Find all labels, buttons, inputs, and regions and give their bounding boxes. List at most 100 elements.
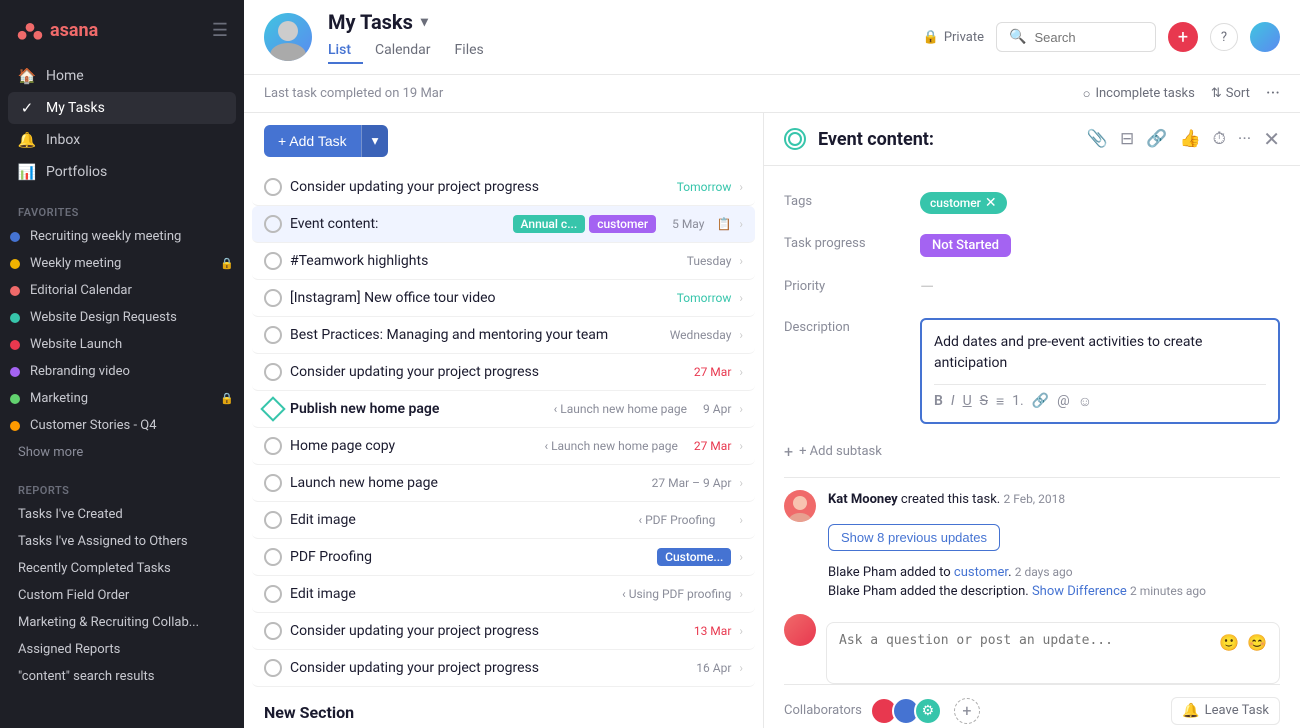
sidebar-toggle[interactable]: ☰ <box>212 20 228 41</box>
detail-check-icon[interactable] <box>784 128 806 150</box>
tab-calendar[interactable]: Calendar <box>363 38 443 64</box>
task-checkbox[interactable] <box>264 252 282 270</box>
task-item[interactable]: Home page copy ‹ Launch new home page 27… <box>252 428 755 465</box>
report-item-5[interactable]: Assigned Reports <box>0 636 244 663</box>
task-item[interactable]: Launch new home page 27 Mar – 9 Apr › <box>252 465 755 502</box>
sidebar-item-home[interactable]: 🏠 Home <box>8 60 236 92</box>
comment-box[interactable]: 🙂 😊 <box>826 622 1280 684</box>
sidebar-item-portfolios[interactable]: 📊 Portfolios <box>8 156 236 188</box>
sidebar-item-mytasks[interactable]: ✓ My Tasks <box>8 92 236 124</box>
bold-tool[interactable]: B <box>934 393 943 410</box>
task-checkbox[interactable] <box>264 474 282 492</box>
more-icon[interactable]: ··· <box>1238 129 1251 149</box>
report-item-0[interactable]: Tasks I've Created <box>0 501 244 528</box>
attachment-icon[interactable]: 📎 <box>1087 129 1108 149</box>
strikethrough-tool[interactable]: S <box>980 393 988 410</box>
tags-value: customer ✕ <box>920 192 1280 214</box>
task-checkbox[interactable] <box>264 585 282 603</box>
task-item[interactable]: PDF Proofing Custome... › <box>252 539 755 576</box>
task-item[interactable]: Consider updating your project progress … <box>252 650 755 687</box>
task-checkbox[interactable] <box>264 622 282 640</box>
add-collaborator-button[interactable]: + <box>954 698 980 724</box>
incomplete-tasks-filter[interactable]: ○ Incomplete tasks <box>1083 86 1195 102</box>
link-tool[interactable]: 🔗 <box>1032 393 1049 410</box>
task-name: Consider updating your project progress <box>290 364 678 380</box>
subtask-icon[interactable]: ⊟ <box>1120 129 1134 149</box>
customer-link[interactable]: customer <box>954 565 1008 580</box>
search-input[interactable] <box>1034 30 1143 45</box>
add-button[interactable]: + <box>1168 22 1198 52</box>
task-checkbox[interactable] <box>264 326 282 344</box>
bullet-tool[interactable]: ≡ <box>996 393 1004 410</box>
task-checkbox[interactable] <box>264 437 282 455</box>
numbered-tool[interactable]: 1. <box>1012 393 1024 410</box>
report-item-3[interactable]: Custom Field Order <box>0 582 244 609</box>
remove-tag-button[interactable]: ✕ <box>985 195 997 211</box>
task-diamond-checkbox[interactable] <box>260 396 285 421</box>
smiley-2-icon[interactable]: 😊 <box>1247 633 1267 652</box>
add-task-dropdown-button[interactable]: ▾ <box>361 125 389 157</box>
show-more-button[interactable]: Show more <box>0 439 244 466</box>
sort-button[interactable]: ⇅ Sort <box>1211 86 1250 101</box>
title-dropdown-icon[interactable]: ▾ <box>421 14 428 30</box>
task-item[interactable]: Edit image ‹ PDF Proofing › <box>252 502 755 539</box>
fav-item-2[interactable]: Editorial Calendar <box>0 277 244 304</box>
task-item[interactable]: Event content: Annual c... customer 5 Ma… <box>252 206 755 243</box>
more-options-button[interactable]: ··· <box>1266 83 1280 104</box>
report-item-4[interactable]: Marketing & Recruiting Collab... <box>0 609 244 636</box>
task-item[interactable]: Best Practices: Managing and mentoring y… <box>252 317 755 354</box>
not-started-badge[interactable]: Not Started <box>920 234 1011 257</box>
timer-icon[interactable]: ⏱ <box>1213 129 1226 149</box>
task-item[interactable]: Consider updating your project progress … <box>252 169 755 206</box>
task-checkbox[interactable] <box>264 548 282 566</box>
sidebar-item-inbox[interactable]: 🔔 Inbox <box>8 124 236 156</box>
commenter-avatar <box>784 614 816 646</box>
fav-item-0[interactable]: Recruiting weekly meeting <box>0 223 244 250</box>
fav-item-7[interactable]: Customer Stories - Q4 <box>0 412 244 439</box>
customer-tag[interactable]: customer ✕ <box>920 192 1007 214</box>
like-icon[interactable]: 👍 <box>1179 129 1200 149</box>
tab-list[interactable]: List <box>328 38 363 64</box>
task-checkbox[interactable] <box>264 178 282 196</box>
task-checkbox[interactable] <box>264 363 282 381</box>
fav-item-3[interactable]: Website Design Requests <box>0 304 244 331</box>
link-icon[interactable]: 🔗 <box>1146 129 1167 149</box>
fav-item-5[interactable]: Rebranding video <box>0 358 244 385</box>
italic-tool[interactable]: I <box>951 393 955 410</box>
tab-files[interactable]: Files <box>443 38 496 64</box>
report-item-6[interactable]: "content" search results <box>0 663 244 690</box>
user-avatar-small[interactable] <box>1250 22 1280 52</box>
add-subtask-button[interactable]: + + Add subtask <box>784 434 1280 469</box>
task-item[interactable]: Consider updating your project progress … <box>252 354 755 391</box>
task-item[interactable]: Publish new home page ‹ Launch new home … <box>252 391 755 428</box>
check-svg <box>788 132 802 146</box>
fav-item-6[interactable]: Marketing 🔒 <box>0 385 244 412</box>
task-checkbox[interactable] <box>264 215 282 233</box>
close-button[interactable]: ✕ <box>1263 127 1280 151</box>
task-item[interactable]: #Teamwork highlights Tuesday › <box>252 243 755 280</box>
task-item[interactable]: Consider updating your project progress … <box>252 613 755 650</box>
add-task-button[interactable]: + Add Task <box>264 125 361 157</box>
fav-item-4[interactable]: Website Launch <box>0 331 244 358</box>
search-box[interactable]: 🔍 <box>996 22 1156 52</box>
underline-tool[interactable]: U <box>963 393 972 410</box>
description-box[interactable]: Add dates and pre-event activities to cr… <box>920 318 1280 424</box>
report-item-1[interactable]: Tasks I've Assigned to Others <box>0 528 244 555</box>
fav-item-1[interactable]: Weekly meeting 🔒 <box>0 250 244 277</box>
comment-input[interactable] <box>839 633 1209 673</box>
report-item-2[interactable]: Recently Completed Tasks <box>0 555 244 582</box>
description-value: Add dates and pre-event activities to cr… <box>920 318 1280 424</box>
task-item[interactable]: [Instagram] New office tour video Tomorr… <box>252 280 755 317</box>
emoji-tool[interactable]: ☺ <box>1078 393 1092 410</box>
task-checkbox[interactable] <box>264 511 282 529</box>
leave-task-button[interactable]: 🔔 Leave Task <box>1171 697 1280 725</box>
task-item[interactable]: Edit image ‹ Using PDF proofing › <box>252 576 755 613</box>
task-checkbox[interactable] <box>264 659 282 677</box>
private-badge[interactable]: 🔒 Private <box>923 30 984 45</box>
show-updates-button[interactable]: Show 8 previous updates <box>828 524 1000 551</box>
task-checkbox[interactable] <box>264 289 282 307</box>
help-button[interactable]: ? <box>1210 23 1238 51</box>
mention-tool[interactable]: @ <box>1057 393 1070 410</box>
smiley-1-icon[interactable]: 🙂 <box>1219 633 1239 652</box>
show-difference-link[interactable]: Show Difference <box>1032 584 1127 599</box>
